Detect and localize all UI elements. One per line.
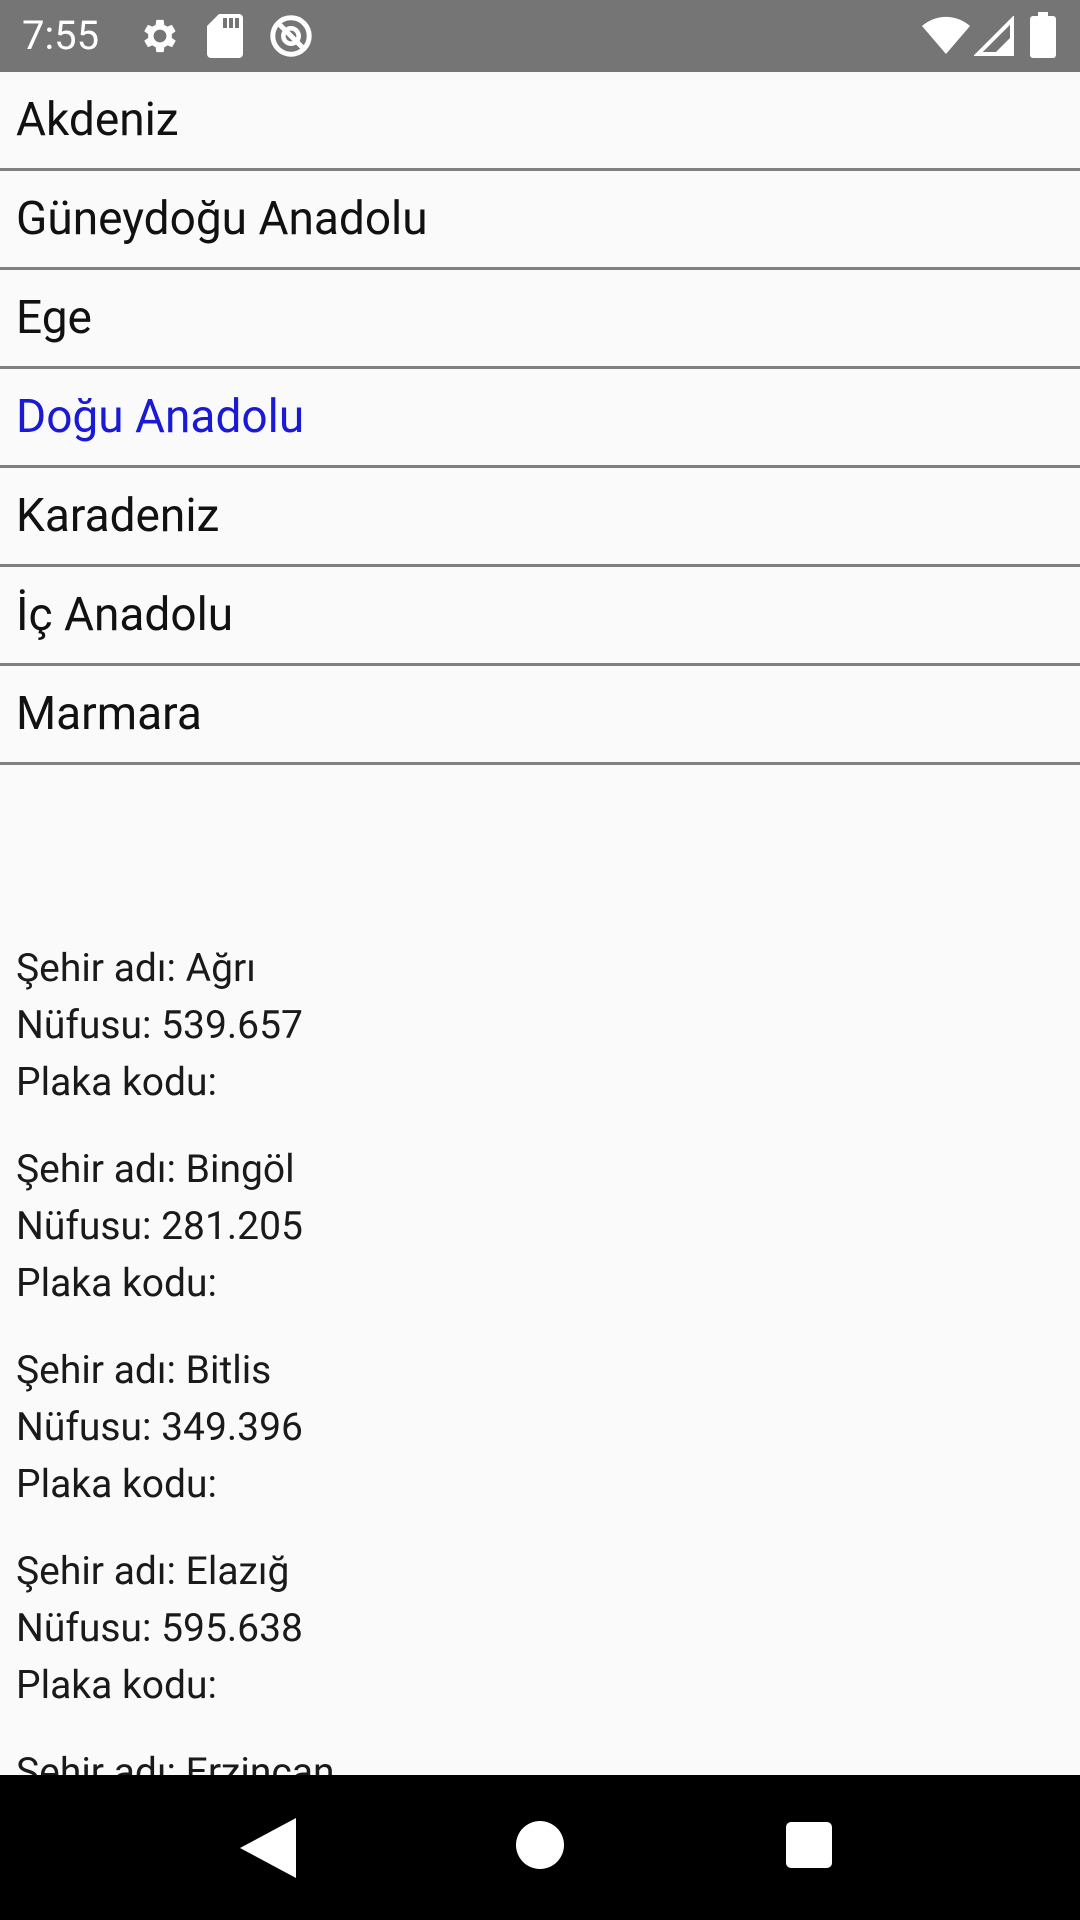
wifi-icon xyxy=(922,16,970,54)
status-bar: 7:55 xyxy=(0,0,1080,72)
city-name: Şehir adı: Erzincan xyxy=(16,1749,335,1775)
navigation-bar xyxy=(0,1775,1080,1920)
battery-icon xyxy=(1030,12,1056,58)
home-icon[interactable] xyxy=(516,1821,564,1869)
city-population: Nüfusu: 349.396 xyxy=(16,1404,303,1450)
city-name: Şehir adı: Bingöl xyxy=(16,1146,295,1192)
signal-icon xyxy=(974,16,1014,56)
city-population: Nüfusu: 595.638 xyxy=(16,1605,303,1651)
list-item: Şehir adı: Bitlis Nüfusu: 349.396 Plaka … xyxy=(16,1342,1056,1513)
do-not-disturb-icon xyxy=(270,15,312,57)
list-item: Şehir adı: Erzincan xyxy=(16,1744,1056,1775)
list-item: Şehir adı: Ağrı Nüfusu: 539.657 Plaka ko… xyxy=(16,940,1056,1111)
city-list[interactable]: Şehir adı: Ağrı Nüfusu: 539.657 Plaka ko… xyxy=(16,940,1056,1775)
city-population: Nüfusu: 539.657 xyxy=(16,1002,303,1048)
city-name: Şehir adı: Ağrı xyxy=(16,945,256,991)
region-item-guneydogu-anadolu[interactable]: Güneydoğu Anadolu xyxy=(0,171,1080,270)
city-plate-code: Plaka kodu: xyxy=(16,1461,217,1507)
recents-icon[interactable] xyxy=(786,1822,832,1868)
status-time: 7:55 xyxy=(22,12,100,59)
list-item: Şehir adı: Bingöl Nüfusu: 281.205 Plaka … xyxy=(16,1141,1056,1312)
city-plate-code: Plaka kodu: xyxy=(16,1662,217,1708)
region-list: Akdeniz Güneydoğu Anadolu Ege Doğu Anado… xyxy=(0,72,1080,765)
gear-icon xyxy=(144,19,176,53)
city-population: Nüfusu: 281.205 xyxy=(16,1203,303,1249)
region-item-akdeniz[interactable]: Akdeniz xyxy=(0,72,1080,171)
city-plate-code: Plaka kodu: xyxy=(16,1260,217,1306)
region-item-marmara[interactable]: Marmara xyxy=(0,666,1080,765)
region-item-karadeniz[interactable]: Karadeniz xyxy=(0,468,1080,567)
city-plate-code: Plaka kodu: xyxy=(16,1059,217,1105)
sd-card-icon xyxy=(207,14,243,58)
city-name: Şehir adı: Bitlis xyxy=(16,1347,272,1393)
city-name: Şehir adı: Elazığ xyxy=(16,1548,290,1594)
region-item-dogu-anadolu[interactable]: Doğu Anadolu xyxy=(0,369,1080,468)
back-icon[interactable] xyxy=(240,1818,296,1878)
region-item-ege[interactable]: Ege xyxy=(0,270,1080,369)
list-item: Şehir adı: Elazığ Nüfusu: 595.638 Plaka … xyxy=(16,1543,1056,1714)
region-item-ic-anadolu[interactable]: İç Anadolu xyxy=(0,567,1080,666)
